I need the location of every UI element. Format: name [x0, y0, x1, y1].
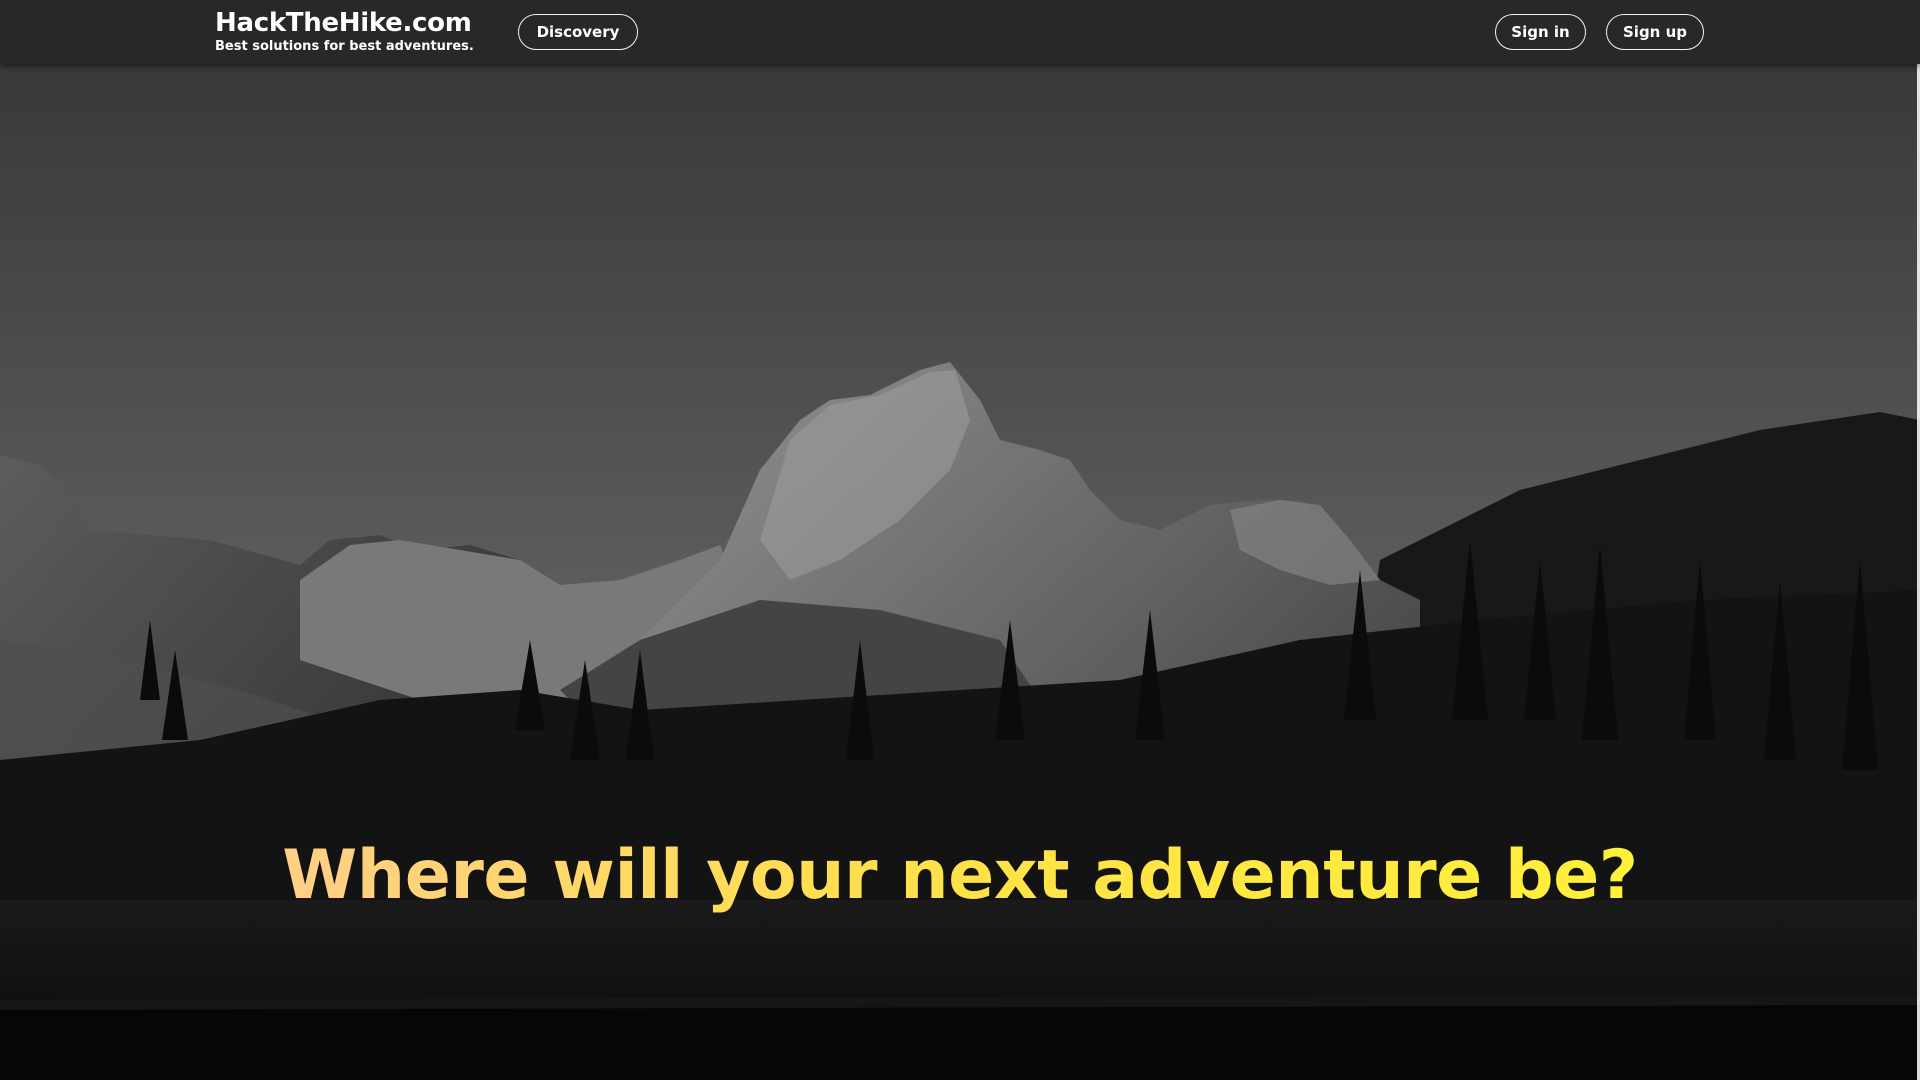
hero-background-image: [0, 0, 1920, 1080]
sign-up-button[interactable]: Sign up: [1606, 14, 1704, 50]
discovery-button[interactable]: Discovery: [518, 14, 638, 50]
top-navbar: HackTheHike.com Best solutions for best …: [0, 0, 1920, 64]
page: HackTheHike.com Best solutions for best …: [0, 0, 1920, 1080]
hero-headline-text: Where will your next adventure be?: [282, 836, 1638, 915]
brand-logo-link[interactable]: HackTheHike.com Best solutions for best …: [215, 8, 474, 55]
brand-title: HackTheHike.com: [215, 8, 472, 38]
hero-headline: Where will your next adventure be?: [0, 836, 1920, 916]
brand-tagline: Best solutions for best adventures.: [215, 39, 474, 54]
sign-in-button[interactable]: Sign in: [1495, 14, 1586, 50]
